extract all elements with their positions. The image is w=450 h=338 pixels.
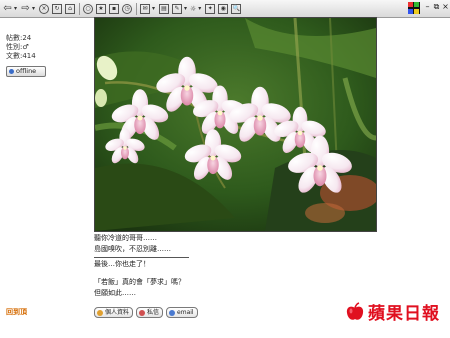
message-icon: [139, 309, 146, 316]
stop-icon[interactable]: ×: [39, 3, 49, 14]
find-icon[interactable]: 🔍: [231, 3, 242, 14]
discuss-dropdown-icon[interactable]: ▾: [197, 4, 202, 14]
forward-arrow-icon[interactable]: ⇨: [21, 3, 30, 14]
edit-dropdown-icon[interactable]: ▾: [183, 4, 188, 14]
offline-status-badge: offline: [6, 66, 46, 77]
messenger-icon[interactable]: ✦: [205, 3, 216, 14]
mail-icon[interactable]: ✉: [140, 3, 150, 14]
apple-daily-watermark: 蘋果日報: [345, 299, 440, 324]
toolbar-separator: [79, 2, 80, 15]
profile-button[interactable]: 個人資料: [94, 307, 134, 318]
post-body: 聽你冷道的哥哥…… 島國嗅吹，不忍別離…… 最後…你也走了！ 「若飯」真的會「夢…: [94, 233, 189, 299]
media-icon[interactable]: ▪: [109, 3, 119, 14]
post-line: 聽你冷道的哥哥……: [94, 234, 157, 242]
email-button-label: email: [177, 309, 194, 316]
profile-button-label: 個人資料: [105, 309, 130, 316]
post-line: 但願如此……: [94, 289, 136, 297]
post-count: 帖數:24: [6, 34, 32, 42]
post-line: 島國嗅吹，不忍別離……: [94, 245, 171, 253]
back-to-top-link[interactable]: 回到頂: [6, 307, 27, 317]
divider: [94, 257, 189, 258]
post-actions: 個人資料 私信 email: [94, 307, 198, 318]
private-message-button[interactable]: 私信: [136, 307, 164, 318]
research-icon[interactable]: ◉: [218, 3, 229, 14]
back-dropdown-icon[interactable]: ▾: [13, 4, 18, 14]
minimize-icon[interactable]: –: [423, 2, 432, 11]
back-arrow-icon[interactable]: ⇦: [3, 3, 12, 14]
toolbar-separator: [136, 2, 137, 15]
watermark-text: 蘋果日報: [368, 304, 440, 324]
discuss-icon[interactable]: ☼: [190, 4, 196, 14]
email-button[interactable]: email: [166, 307, 198, 318]
post-line: 「若飯」真的會「夢求」嗎？: [94, 278, 185, 286]
orchid-photo: [94, 17, 377, 232]
favorites-icon[interactable]: ★: [96, 3, 106, 14]
edit-icon[interactable]: ✎: [172, 3, 182, 14]
mail-dropdown-icon[interactable]: ▾: [151, 4, 156, 14]
post-line: 最後…你也走了！: [94, 260, 150, 268]
user-icon: [97, 309, 103, 316]
email-icon: [169, 309, 176, 316]
restore-icon[interactable]: ⧉: [432, 2, 441, 11]
status-text: offline: [16, 67, 37, 75]
apple-logo-icon: [346, 301, 364, 320]
forward-dropdown-icon[interactable]: ▾: [31, 4, 36, 14]
credits: 文數:414: [6, 52, 36, 60]
close-icon[interactable]: ×: [441, 2, 450, 11]
refresh-icon[interactable]: ↻: [52, 3, 62, 14]
print-icon[interactable]: ▤: [159, 3, 169, 14]
browser-toolbar: ⇦ ▾ ⇨ ▾ × ↻ ⌂ ○ ★ ▪ ◷ ✉ ▾ ▤ ✎ ▾ ☼ ▾ ✦ ◉ …: [0, 0, 450, 18]
home-icon[interactable]: ⌂: [65, 3, 75, 14]
pm-button-label: 私信: [147, 309, 160, 316]
windows-logo-icon: [408, 2, 420, 14]
status-dot-icon: [9, 69, 14, 74]
search-icon[interactable]: ○: [83, 3, 93, 14]
gender: 性別:♂: [6, 43, 29, 51]
history-icon[interactable]: ◷: [122, 3, 132, 14]
user-profile: 帖數:24 性別:♂ 文數:414: [6, 34, 36, 61]
